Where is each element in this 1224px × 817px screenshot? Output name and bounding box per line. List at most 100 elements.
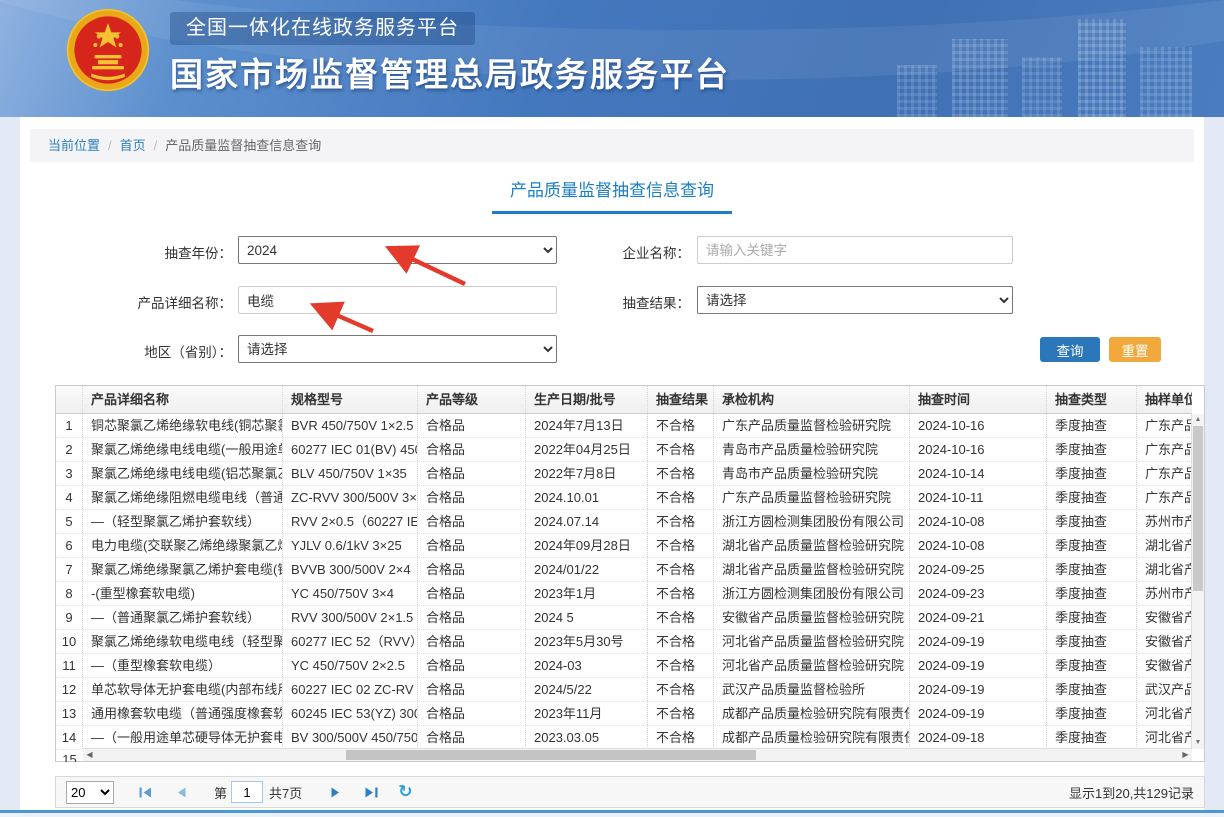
cell-date: 2024.10.01	[526, 486, 648, 509]
cell-result: 不合格	[648, 438, 714, 461]
cell-name: 聚氯乙烯绝缘聚氯乙烯护套电缆(铜芯聚	[83, 558, 283, 581]
cell-time: 2024-10-14	[910, 462, 1047, 485]
cell-agency: 安徽省产品质量监督检验研究院	[714, 606, 910, 629]
scroll-left-icon[interactable]: ◀	[83, 749, 96, 761]
table-row[interactable]: 14—（一般用途单芯硬导体无护套电缆）BV 300/500V 450/750V合…	[56, 726, 1192, 750]
search-button[interactable]: 查询	[1040, 337, 1100, 362]
cell-unit: 广东产品	[1137, 486, 1192, 509]
table-row[interactable]: 1铜芯聚氯乙烯绝缘软电线(铜芯聚氯乙烯BVR 450/750V 1×2.5合格品…	[56, 414, 1192, 438]
product-name-input[interactable]	[238, 286, 557, 314]
cell-grade: 合格品	[418, 702, 526, 725]
cell-grade: 合格品	[418, 654, 526, 677]
cell-spec: YC 450/750V 3×4	[283, 582, 418, 605]
column-header: 产品等级	[418, 386, 526, 413]
cell-grade: 合格品	[418, 462, 526, 485]
cell-name: —（重型橡套软电缆）	[83, 654, 283, 677]
cell-unit: 河北省产	[1137, 726, 1192, 749]
cell-spec: ZC-RVV 300/500V 3×2.5	[283, 486, 418, 509]
page-number-input[interactable]	[231, 781, 263, 803]
breadcrumb-separator: /	[154, 138, 158, 153]
table-row[interactable]: 3聚氯乙烯绝缘电线电缆(铝芯聚氯乙烯绝BLV 450/750V 1×35合格品2…	[56, 462, 1192, 486]
refresh-icon[interactable]: ↻	[398, 782, 412, 802]
region-select[interactable]: 请选择	[238, 335, 557, 363]
table-row[interactable]: 5—（轻型聚氯乙烯护套软线）RVV 2×0.5（60227 IEC合格品2024…	[56, 510, 1192, 534]
table-row[interactable]: 6电力电缆(交联聚乙烯绝缘聚氯乙烯护套YJLV 0.6/1kV 3×25合格品2…	[56, 534, 1192, 558]
cell-num: 10	[56, 630, 83, 653]
table-row[interactable]: 11—（重型橡套软电缆）YC 450/750V 2×2.5合格品2024-03不…	[56, 654, 1192, 678]
cell-grade: 合格品	[418, 630, 526, 653]
breadcrumb-separator: /	[108, 138, 112, 153]
cell-result: 不合格	[648, 726, 714, 749]
cell-date: 2024-03	[526, 654, 648, 677]
cell-spec: YC 450/750V 2×2.5	[283, 654, 418, 677]
cell-num: 12	[56, 678, 83, 701]
cell-num: 6	[56, 534, 83, 557]
column-header: 抽查类型	[1047, 386, 1137, 413]
cell-num: 5	[56, 510, 83, 533]
horizontal-scrollbar-thumb[interactable]	[346, 750, 756, 760]
cell-type: 季度抽查	[1047, 414, 1137, 437]
cell-result: 不合格	[648, 678, 714, 701]
scroll-right-icon[interactable]: ▶	[1179, 749, 1192, 761]
cell-name: 聚氯乙烯绝缘电线电缆(铝芯聚氯乙烯绝	[83, 462, 283, 485]
cell-agency: 广东产品质量监督检验研究院	[714, 486, 910, 509]
table-row[interactable]: 13通用橡套软电缆（普通强度橡套软线）60245 IEC 53(YZ) 300/…	[56, 702, 1192, 726]
reset-button[interactable]: 重置	[1109, 337, 1161, 362]
cell-unit: 苏州市产	[1137, 582, 1192, 605]
cell-grade: 合格品	[418, 678, 526, 701]
cell-date: 2024 5	[526, 606, 648, 629]
cell-date: 2022年7月8日	[526, 462, 648, 485]
tab-product-quality-query[interactable]: 产品质量监督抽查信息查询	[492, 176, 732, 214]
cell-type: 季度抽查	[1047, 438, 1137, 461]
cell-result: 不合格	[648, 534, 714, 557]
cell-agency: 广东产品质量监督检验研究院	[714, 414, 910, 437]
table-row[interactable]: 4聚氯乙烯绝缘阻燃电缆电线（普通聚氯ZC-RVV 300/500V 3×2.5合…	[56, 486, 1192, 510]
horizontal-scrollbar[interactable]: ◀ ▶	[83, 748, 1192, 761]
cell-name: 铜芯聚氯乙烯绝缘软电线(铜芯聚氯乙烯	[83, 414, 283, 437]
cell-num: 13	[56, 702, 83, 725]
cell-date: 2022年04月25日	[526, 438, 648, 461]
cell-date: 2024年7月13日	[526, 414, 648, 437]
building-graphic	[952, 39, 1008, 117]
cell-date: 2023年1月	[526, 582, 648, 605]
table-row[interactable]: 8-(重型橡套软电缆)YC 450/750V 3×4合格品2023年1月不合格浙…	[56, 582, 1192, 606]
cell-num: 7	[56, 558, 83, 581]
table-row[interactable]: 10聚氯乙烯绝缘软电缆电线（轻型聚氯乙60277 IEC 52（RVV） 3合格…	[56, 630, 1192, 654]
year-select[interactable]: 2024	[238, 236, 557, 264]
vertical-scrollbar-thumb[interactable]	[1193, 426, 1203, 591]
scroll-up-icon[interactable]: ▲	[1192, 414, 1204, 426]
cell-type: 季度抽查	[1047, 582, 1137, 605]
cell-spec: BVVB 300/500V 2×4	[283, 558, 418, 581]
cell-result: 不合格	[648, 582, 714, 605]
cell-grade: 合格品	[418, 726, 526, 749]
table-row[interactable]: 12单芯软导体无护套电缆(内部布线用导线60227 IEC 02 ZC-RV 3…	[56, 678, 1192, 702]
platform-badge: 全国一体化在线政务服务平台	[170, 12, 475, 45]
cell-name: 单芯软导体无护套电缆(内部布线用导线	[83, 678, 283, 701]
vertical-scrollbar[interactable]: ▲ ▼	[1191, 414, 1204, 749]
cell-spec: 60245 IEC 53(YZ) 300/50	[283, 702, 418, 725]
table-row[interactable]: 7聚氯乙烯绝缘聚氯乙烯护套电缆(铜芯聚BVVB 300/500V 2×4合格品2…	[56, 558, 1192, 582]
company-input[interactable]	[697, 236, 1013, 264]
cell-unit: 湖北省产	[1137, 534, 1192, 557]
page-size-select[interactable]: 20	[66, 781, 114, 804]
table-row[interactable]: 2聚氯乙烯绝缘电线电缆(一般用途单芯硬60277 IEC 01(BV) 450/…	[56, 438, 1192, 462]
result-label: 抽查结果：	[610, 292, 690, 312]
cell-time: 2024-10-08	[910, 510, 1047, 533]
cell-grade: 合格品	[418, 582, 526, 605]
prev-page-button[interactable]	[168, 781, 194, 803]
cell-name: 聚氯乙烯绝缘软电缆电线（轻型聚氯乙	[83, 630, 283, 653]
table-row[interactable]: 9—（普通聚氯乙烯护套软线）RVV 300/500V 2×1.5（6合格品202…	[56, 606, 1192, 630]
cell-name: —（普通聚氯乙烯护套软线）	[83, 606, 283, 629]
next-page-button[interactable]	[322, 781, 348, 803]
column-header: 抽样单位	[1137, 386, 1192, 413]
scroll-down-icon[interactable]: ▼	[1192, 737, 1204, 749]
last-page-button[interactable]	[358, 781, 384, 803]
cell-num: 2	[56, 438, 83, 461]
first-page-button[interactable]	[132, 781, 158, 803]
breadcrumb-home-link[interactable]: 首页	[120, 138, 146, 153]
result-select[interactable]: 请选择	[697, 286, 1013, 314]
cell-name: 聚氯乙烯绝缘阻燃电缆电线（普通聚氯	[83, 486, 283, 509]
cell-time: 2024-09-25	[910, 558, 1047, 581]
cell-result: 不合格	[648, 630, 714, 653]
cell-agency: 河北省产品质量监督检验研究院	[714, 654, 910, 677]
